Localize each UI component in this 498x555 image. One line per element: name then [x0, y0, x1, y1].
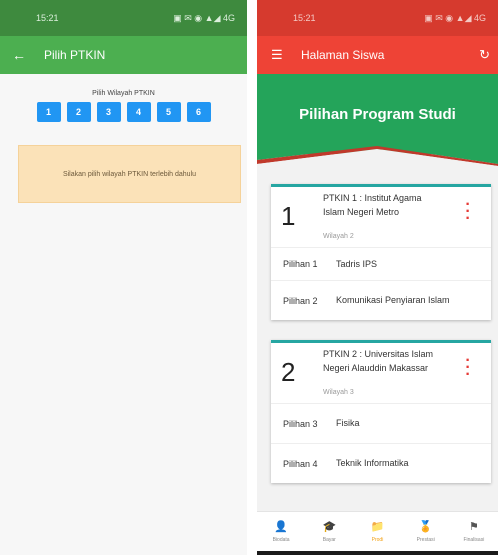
more-vert-icon[interactable]: · · ·	[465, 197, 471, 227]
region-button-5[interactable]: 5	[156, 102, 181, 122]
region-button-3[interactable]: 3	[96, 102, 121, 122]
card-number: 2	[281, 357, 296, 387]
more-vert-icon[interactable]: · · ·	[465, 353, 471, 383]
page-title: Pilih PTKIN	[44, 48, 106, 62]
halaman-siswa-screen: 15:21 ▣ ✉ ◉ ▲◢ 4G ☰ Halaman Siswa ↻ Pili…	[257, 0, 498, 555]
choice-value: Tadris IPS	[336, 258, 378, 269]
flag-icon: ⚑	[468, 520, 479, 533]
status-bar: 15:21 ▣ ✉ ◉ ▲◢ 4G	[0, 0, 247, 36]
status-time: 15:21	[36, 13, 59, 23]
nav-label: Finalisasi	[463, 536, 485, 543]
institution-name: PTKIN 1 : Institut Agama Islam Negeri Me…	[323, 193, 422, 217]
card-number: 1	[281, 201, 296, 231]
region-button-6[interactable]: 6	[186, 102, 211, 122]
choice-row: Pilihan 4 Teknik Informatika	[271, 443, 491, 483]
pilih-ptkin-screen: 15:21 ▣ ✉ ◉ ▲◢ 4G ← Pilih PTKIN Pilih Wi…	[0, 0, 247, 555]
card-header: 1 PTKIN 1 : Institut Agama Islam Negeri …	[271, 187, 491, 247]
choice-row: Pilihan 1 Tadris IPS	[271, 247, 491, 280]
screen-divider	[247, 0, 257, 555]
nav-label: Biodata	[272, 536, 290, 543]
region-button-1[interactable]: 1	[36, 102, 61, 122]
choice-value: Teknik Informatika	[336, 458, 409, 468]
nav-finalisasi[interactable]: ⚑ Finalisasi	[450, 512, 498, 551]
refresh-icon[interactable]: ↻	[479, 47, 490, 63]
card-header: 2 PTKIN 2 : Universitas Islam Negeri Ala…	[271, 343, 491, 403]
nav-prestasi[interactable]: 🏅 Prestasi	[402, 512, 450, 551]
choice-row: Pilihan 3 Fisika	[271, 403, 491, 443]
screenshot-pair: 15:21 ▣ ✉ ◉ ▲◢ 4G ← Pilih PTKIN Pilih Wi…	[0, 0, 498, 555]
app-bar: ☰ Halaman Siswa ↻	[257, 36, 498, 74]
status-icons: ▣ ✉ ◉ ▲◢ 4G	[173, 12, 235, 23]
choice-value: Komunikasi Penyiaran Islam	[336, 295, 450, 305]
nav-label: Prodi	[371, 536, 384, 543]
hero-wave-shape	[257, 136, 498, 166]
region-label: Pilih Wilayah PTKIN	[92, 90, 155, 97]
institution-name: PTKIN 2 : Universitas Islam Negeri Alaud…	[323, 349, 434, 373]
choice-label: Pilihan 3	[283, 418, 318, 429]
bottom-navigation: 👤 Biodata 🎓 Bayar 📁 Prodi 🏅 Prestasi ⚑ F…	[257, 511, 498, 551]
medal-icon: 🏅	[418, 520, 433, 533]
hamburger-menu-icon[interactable]: ☰	[271, 47, 291, 63]
hero-banner: Pilihan Program Studi	[257, 74, 498, 166]
region-button-2[interactable]: 2	[66, 102, 91, 122]
nav-label: Prestasi	[416, 536, 435, 543]
select-region-notice: Silakan pilih wilayah PTKIN terlebih dah…	[18, 145, 241, 203]
choice-label: Pilihan 4	[283, 458, 318, 469]
choice-label: Pilihan 1	[283, 259, 318, 269]
folder-icon: 📁	[370, 520, 385, 533]
page-title: Halaman Siswa	[301, 48, 385, 62]
nav-label: Bayar	[322, 536, 336, 543]
choice-label: Pilihan 2	[283, 295, 318, 306]
app-bar: ← Pilih PTKIN	[0, 36, 247, 74]
choice-value: Fisika	[336, 418, 360, 428]
hero-title: Pilihan Program Studi	[299, 106, 456, 123]
nav-prodi[interactable]: 📁 Prodi	[353, 512, 401, 551]
graduation-cap-icon: 🎓	[322, 520, 337, 533]
region-button-group: 1 2 3 4 5 6	[0, 102, 247, 122]
choice-row: Pilihan 2 Komunikasi Penyiaran Islam	[271, 280, 491, 320]
nav-biodata[interactable]: 👤 Biodata	[257, 512, 305, 551]
nav-bayar[interactable]: 🎓 Bayar	[305, 512, 353, 551]
back-arrow-icon[interactable]: ←	[12, 47, 36, 63]
status-time: 15:21	[293, 13, 316, 23]
region-text: Wilayah 2	[323, 233, 354, 240]
status-bar: 15:21 ▣ ✉ ◉ ▲◢ 4G	[257, 0, 498, 36]
region-text: Wilayah 3	[323, 389, 354, 396]
program-choice-card-2: 2 PTKIN 2 : Universitas Islam Negeri Ala…	[271, 340, 491, 483]
program-choice-card-1: 1 PTKIN 1 : Institut Agama Islam Negeri …	[271, 184, 491, 320]
region-button-4[interactable]: 4	[126, 102, 151, 122]
status-icons: ▣ ✉ ◉ ▲◢ 4G	[424, 12, 486, 23]
system-nav-strip	[257, 551, 498, 555]
person-icon: 👤	[274, 520, 288, 533]
